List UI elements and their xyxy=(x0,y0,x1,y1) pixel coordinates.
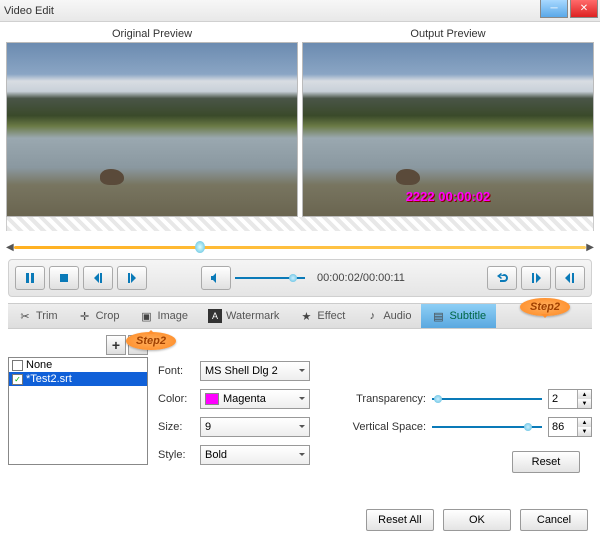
star-icon: ★ xyxy=(299,309,313,323)
stepper-up-icon[interactable]: ▲ xyxy=(578,418,591,427)
style-dropdown[interactable]: Bold xyxy=(200,445,310,465)
timeline-end-icon: ▶ xyxy=(586,242,594,253)
ok-button[interactable]: OK xyxy=(443,509,511,531)
title-bar: Video Edit ─ ✕ xyxy=(0,0,600,22)
list-item[interactable]: None xyxy=(9,358,147,372)
reset-button[interactable]: Reset xyxy=(512,451,580,473)
transparency-label: Transparency: xyxy=(340,393,426,405)
playback-controls: 00:00:02/00:00:11 xyxy=(8,259,592,297)
mark-out-button[interactable] xyxy=(555,266,585,290)
minimize-button[interactable]: ─ xyxy=(540,0,568,18)
stepper-down-icon[interactable]: ▼ xyxy=(578,399,591,408)
tab-bar: ✂Trim ✛Crop ▣Image AWatermark ★Effect ♪A… xyxy=(8,303,592,329)
crop-icon: ✛ xyxy=(78,309,92,323)
tab-subtitle[interactable]: ▤Subtitle xyxy=(421,304,496,328)
tab-crop[interactable]: ✛Crop xyxy=(68,304,130,328)
playhead[interactable] xyxy=(195,241,205,253)
callout-step2-subtitle: Step2 xyxy=(520,298,570,316)
font-label: Font: xyxy=(158,365,194,377)
cancel-button[interactable]: Cancel xyxy=(520,509,588,531)
scissors-icon: ✂ xyxy=(18,309,32,323)
vspace-input[interactable]: 86▲▼ xyxy=(548,417,592,437)
volume-button[interactable] xyxy=(201,266,231,290)
stepper-up-icon[interactable]: ▲ xyxy=(578,390,591,399)
next-frame-button[interactable] xyxy=(117,266,147,290)
timeline[interactable]: ◀ ▶ xyxy=(8,241,592,255)
transparency-slider[interactable] xyxy=(432,394,542,404)
stop-button[interactable] xyxy=(49,266,79,290)
list-item[interactable]: ✓*Test2.srt xyxy=(9,372,147,386)
subtitle-overlay: 2222 00:00:02 xyxy=(303,189,593,204)
vspace-slider[interactable] xyxy=(432,422,542,432)
window-title: Video Edit xyxy=(4,5,54,17)
mark-in-button[interactable] xyxy=(521,266,551,290)
text-icon: A xyxy=(208,309,222,323)
tab-watermark[interactable]: AWatermark xyxy=(198,304,289,328)
volume-slider[interactable] xyxy=(235,274,305,282)
note-icon: ♪ xyxy=(365,309,379,323)
output-preview: 2222 00:00:02 xyxy=(302,42,594,217)
prev-frame-button[interactable] xyxy=(83,266,113,290)
timeline-start-icon: ◀ xyxy=(6,242,14,253)
stepper-down-icon[interactable]: ▼ xyxy=(578,427,591,436)
color-dropdown[interactable]: Magenta xyxy=(200,389,310,409)
tab-image[interactable]: ▣Image xyxy=(129,304,198,328)
subtitle-icon: ▤ xyxy=(431,309,445,323)
checkbox[interactable]: ✓ xyxy=(12,374,23,385)
tab-trim[interactable]: ✂Trim xyxy=(8,304,68,328)
font-dropdown[interactable]: MS Shell Dlg 2 xyxy=(200,361,310,381)
filmstrip xyxy=(6,217,594,231)
undo-button[interactable] xyxy=(487,266,517,290)
add-subtitle-button[interactable]: + xyxy=(106,335,126,355)
vspace-label: Vertical Space: xyxy=(340,421,426,433)
size-dropdown[interactable]: 9 xyxy=(200,417,310,437)
pause-button[interactable] xyxy=(15,266,45,290)
time-display: 00:00:02/00:00:11 xyxy=(317,272,405,284)
style-label: Style: xyxy=(158,449,194,461)
image-icon: ▣ xyxy=(139,309,153,323)
color-swatch xyxy=(205,393,219,405)
original-preview-label: Original Preview xyxy=(6,26,298,42)
close-button[interactable]: ✕ xyxy=(570,0,598,18)
subtitle-list[interactable]: None ✓*Test2.srt xyxy=(8,357,148,465)
checkbox[interactable] xyxy=(12,360,23,371)
tab-audio[interactable]: ♪Audio xyxy=(355,304,421,328)
color-label: Color: xyxy=(158,393,194,405)
reset-all-button[interactable]: Reset All xyxy=(366,509,434,531)
size-label: Size: xyxy=(158,421,194,433)
tab-effect[interactable]: ★Effect xyxy=(289,304,355,328)
callout-step2-crop: Step2 xyxy=(126,332,176,350)
original-preview[interactable] xyxy=(6,42,298,217)
output-preview-label: Output Preview xyxy=(302,26,594,42)
transparency-input[interactable]: 2▲▼ xyxy=(548,389,592,409)
